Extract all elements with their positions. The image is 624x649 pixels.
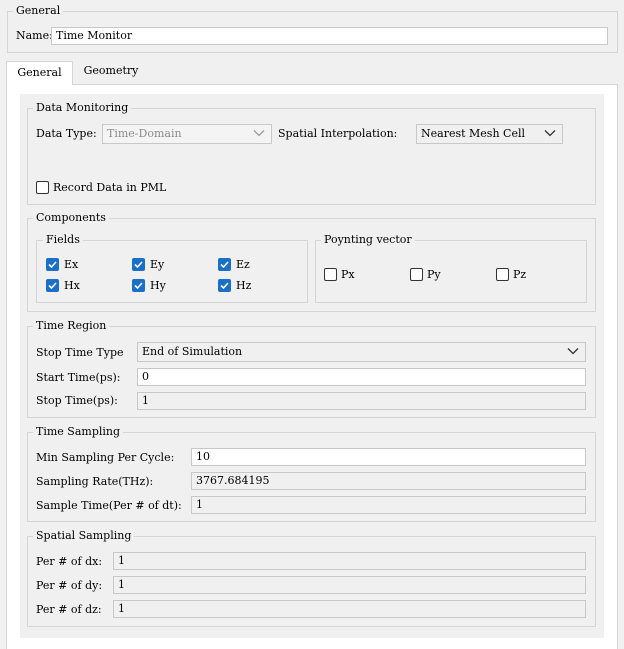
start-time-label: Start Time(ps): [36, 371, 121, 384]
chevron-down-icon [567, 348, 579, 355]
sampling-rate-input[interactable]: 3767.684195 [191, 472, 586, 490]
start-time-input[interactable]: 0 [137, 368, 586, 386]
ey-label: Ey [150, 258, 165, 271]
ez-label: Ez [236, 258, 250, 271]
hy-checkbox[interactable] [132, 279, 145, 292]
pz-checkbox[interactable] [496, 268, 509, 281]
ey-checkbox[interactable] [132, 258, 145, 271]
record-pml-checkbox[interactable] [36, 181, 49, 194]
data-type-label: Data Type: [36, 127, 97, 140]
hx-label: Hx [64, 279, 80, 292]
stop-time-type-value: End of Simulation [142, 345, 243, 358]
spatial-interpolation-value: Nearest Mesh Cell [421, 127, 525, 140]
stop-time-label: Stop Time(ps): [36, 394, 118, 407]
hx-checkbox[interactable] [46, 279, 59, 292]
ex-label: Ex [64, 258, 79, 271]
components-title: Components [33, 212, 109, 224]
py-label: Py [427, 268, 441, 281]
spatial-sampling-title: Spatial Sampling [33, 530, 135, 542]
fields-title: Fields [43, 234, 83, 246]
poynting-title: Poynting vector [321, 234, 415, 246]
fields-group [36, 240, 308, 303]
data-type-select: Time-Domain [102, 124, 272, 144]
chevron-down-icon [544, 130, 556, 137]
spatial-interpolation-select[interactable]: Nearest Mesh Cell [416, 124, 563, 144]
px-checkbox[interactable] [324, 268, 337, 281]
px-label: Px [341, 268, 355, 281]
pz-label: Pz [513, 268, 527, 281]
poynting-group [315, 240, 587, 303]
record-pml-label: Record Data in PML [53, 181, 167, 194]
hy-label: Hy [150, 279, 166, 292]
per-dx-input[interactable]: 1 [113, 552, 586, 570]
ez-checkbox[interactable] [218, 258, 231, 271]
stop-time-type-label: Stop Time Type [36, 346, 124, 359]
stop-time-input[interactable]: 1 [137, 392, 586, 410]
spatial-interpolation-label: Spatial Interpolation: [278, 127, 398, 140]
min-sampling-label: Min Sampling Per Cycle: [36, 451, 175, 464]
hz-checkbox[interactable] [218, 279, 231, 292]
stop-time-type-select[interactable]: End of Simulation [137, 342, 586, 362]
per-dy-input[interactable]: 1 [113, 576, 586, 594]
sampling-rate-label: Sampling Rate(THz): [36, 475, 154, 488]
time-region-title: Time Region [33, 320, 110, 332]
per-dz-label: Per # of dz: [36, 603, 102, 616]
time-sampling-title: Time Sampling [33, 426, 124, 438]
sample-time-input[interactable]: 1 [191, 496, 586, 514]
ex-checkbox[interactable] [46, 258, 59, 271]
py-checkbox[interactable] [410, 268, 423, 281]
per-dy-label: Per # of dy: [36, 579, 103, 592]
hz-label: Hz [236, 279, 252, 292]
min-sampling-input[interactable]: 10 [191, 448, 586, 466]
per-dx-label: Per # of dx: [36, 555, 103, 568]
per-dz-input[interactable]: 1 [113, 600, 586, 618]
data-monitoring-title: Data Monitoring [33, 102, 132, 114]
data-type-value: Time-Domain [107, 127, 182, 140]
sample-time-label: Sample Time(Per # of dt): [36, 499, 182, 512]
chevron-down-icon [253, 130, 265, 137]
